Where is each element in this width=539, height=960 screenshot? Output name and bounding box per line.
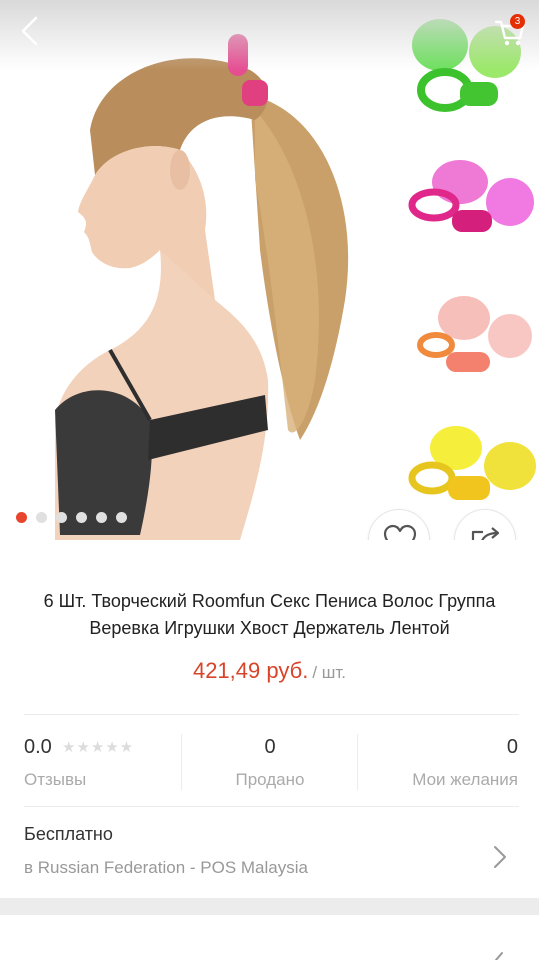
- header-gradient: [0, 0, 539, 70]
- next-section[interactable]: [0, 915, 539, 960]
- shipping-title: Бесплатно: [24, 824, 113, 844]
- chevron-right-icon: [495, 952, 503, 960]
- shipping-detail: в Russian Federation - POS Malaysia: [24, 858, 308, 877]
- product-title: 6 Шт. Творческий Roomfun Секс Пениса Вол…: [43, 591, 496, 638]
- pagination-dot[interactable]: [96, 512, 107, 523]
- rating-stars-icon: ★★★★★: [62, 739, 135, 756]
- product-gallery[interactable]: 3: [0, 0, 539, 540]
- wishes-count: 0: [506, 736, 518, 758]
- divider: [24, 714, 519, 715]
- gallery-pagination: [16, 512, 127, 523]
- back-button[interactable]: [14, 14, 48, 48]
- pagination-dot[interactable]: [56, 512, 67, 523]
- pagination-dot[interactable]: [36, 512, 47, 523]
- sold-stat: 0 Продано: [182, 728, 358, 808]
- price-unit: / шт.: [312, 663, 347, 682]
- pagination-dot[interactable]: [116, 512, 127, 523]
- wishes-stat: 0 Мои желания: [358, 728, 518, 808]
- chevron-right-icon: [494, 846, 506, 868]
- price-row: 421,49 руб. / шт.: [0, 658, 539, 684]
- sold-count: 0: [264, 736, 276, 758]
- pagination-dot[interactable]: [16, 512, 27, 523]
- chevron-left-icon: [21, 16, 38, 46]
- sold-label: Продано: [235, 770, 305, 789]
- divider: [24, 806, 519, 807]
- product-price: 421,49 руб.: [192, 658, 309, 683]
- wishes-label: Мои желания: [412, 770, 518, 789]
- product-info-panel: 6 Шт. Творческий Roomfun Секс Пениса Вол…: [0, 540, 539, 898]
- shipping-row[interactable]: Бесплатно в Russian Federation - POS Mal…: [0, 808, 539, 898]
- pagination-dot[interactable]: [76, 512, 87, 523]
- reviews-label: Отзывы: [24, 770, 87, 789]
- product-photo: [55, 19, 536, 540]
- cart-count-badge: 3: [510, 14, 525, 29]
- stats-row: 0.0 ★★★★★ Отзывы 0 Продано 0 Мои желания: [0, 728, 539, 808]
- reviews-stat[interactable]: 0.0 ★★★★★ Отзывы: [24, 728, 181, 808]
- rating-value: 0.0: [24, 736, 52, 758]
